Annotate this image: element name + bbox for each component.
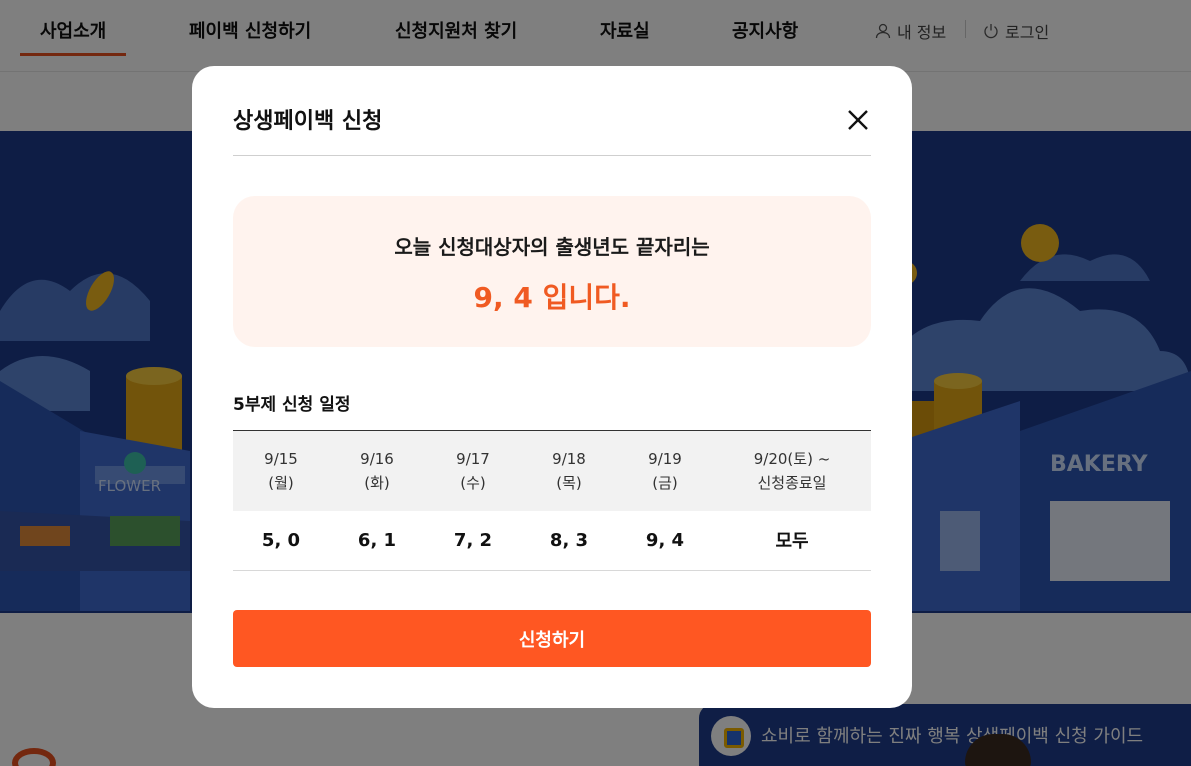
- schedule-digit-row: 5, 0 6, 1 7, 2 8, 3 9, 4 모두: [233, 510, 871, 571]
- schedule-table: 9/15 (월) 9/16 (화) 9/17 (수) 9/18 (목) 9/19 (금) …: [233, 430, 871, 571]
- schedule-digit-cell: 7, 2: [425, 510, 521, 571]
- modal-divider: [233, 155, 871, 156]
- schedule-digit-cell: 6, 1: [329, 510, 425, 571]
- schedule-date-cell: 9/17 (수): [456, 449, 490, 492]
- schedule-date-cell: 9/16 (화): [360, 449, 394, 492]
- schedule-header-row: 9/15 (월) 9/16 (화) 9/17 (수) 9/18 (목) 9/19 (금) …: [233, 430, 871, 511]
- schedule-date-cell: 9/18 (목): [552, 449, 586, 492]
- schedule-digit-cell: 8, 3: [521, 510, 617, 571]
- schedule-date-cell: 9/19 (금): [648, 449, 682, 492]
- today-notice-box: 오늘 신청대상자의 출생년도 끝자리는 9, 4 입니다.: [233, 196, 871, 347]
- notice-text: 오늘 신청대상자의 출생년도 끝자리는: [394, 235, 710, 259]
- schedule-digit-cell: 9, 4: [617, 510, 713, 571]
- schedule-title: 5부제 신청 일정: [233, 395, 351, 415]
- close-button[interactable]: [842, 104, 874, 136]
- schedule-date-cell: 9/15 (월): [264, 449, 298, 492]
- modal-title: 상생페이백 신청: [233, 109, 383, 134]
- close-icon: [848, 110, 868, 130]
- schedule-date-cell: 9/20(토) ~ 신청종료일: [753, 449, 831, 492]
- schedule-digit-cell: 모두: [713, 510, 871, 571]
- apply-button[interactable]: 신청하기: [233, 610, 871, 667]
- schedule-digit-cell: 5, 0: [233, 510, 329, 571]
- payback-apply-modal: 상생페이백 신청 오늘 신청대상자의 출생년도 끝자리는 9, 4 입니다. 5…: [192, 66, 912, 708]
- today-birth-year-digits: 9, 4 입니다.: [473, 281, 631, 314]
